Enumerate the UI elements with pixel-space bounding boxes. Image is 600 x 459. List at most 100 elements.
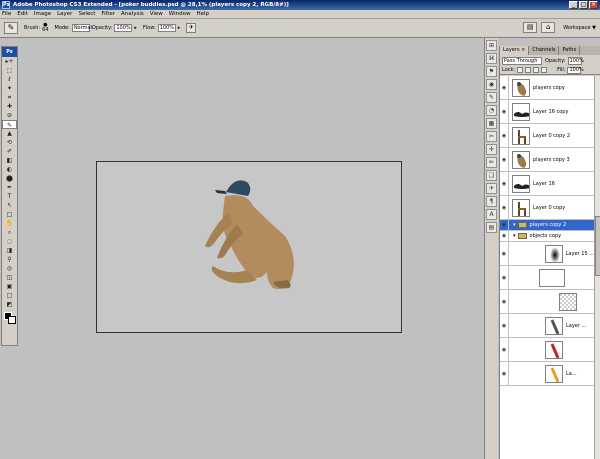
dock-panel-4-icon[interactable]: ✎ xyxy=(486,92,497,103)
tool-6-icon[interactable]: ⊘ xyxy=(2,111,17,120)
menu-layer[interactable]: Layer xyxy=(57,11,72,17)
tool-3-icon[interactable]: ✦ xyxy=(2,84,17,93)
document-canvas[interactable] xyxy=(96,161,402,333)
tool-24-icon[interactable]: ◫ xyxy=(2,273,17,282)
layer-row[interactable]: ◉ Layer 0 copy 2 xyxy=(500,124,594,148)
scrollbar-thumb[interactable] xyxy=(595,216,600,276)
tool-26-icon[interactable]: □ xyxy=(2,291,17,300)
visibility-eye-icon[interactable]: ◉ xyxy=(500,290,509,313)
group-expand-icon[interactable]: ▾ xyxy=(513,233,516,239)
visibility-eye-icon[interactable]: ◉ xyxy=(500,148,509,171)
menu-file[interactable]: File xyxy=(2,11,11,17)
tool-8-icon[interactable]: ▲ xyxy=(2,129,17,138)
dock-panel-2-icon[interactable]: ⚑ xyxy=(486,66,497,77)
layer-row[interactable]: ◉ xyxy=(500,290,594,314)
dock-panel-9-icon[interactable]: ✏ xyxy=(486,157,497,168)
lock-position-icon[interactable] xyxy=(533,67,540,73)
opacity-arrow-icon[interactable]: ▸ xyxy=(134,25,137,31)
tab-layers[interactable]: Layers × xyxy=(500,46,530,55)
layers-scrollbar[interactable] xyxy=(594,76,600,459)
visibility-eye-icon[interactable]: ◉ xyxy=(500,172,509,195)
layer-row[interactable]: ◉ ▾ objects copy xyxy=(500,231,594,242)
dock-panel-5-icon[interactable]: ◔ xyxy=(486,105,497,116)
fill-field[interactable]: 100% xyxy=(567,66,584,74)
layer-row[interactable]: ◉ Layer 15 ... xyxy=(500,242,594,266)
layer-row[interactable]: ◉ La... xyxy=(500,362,594,386)
tool-17-icon[interactable]: □ xyxy=(2,210,17,219)
menu-help[interactable]: Help xyxy=(196,11,209,17)
mode-select[interactable]: Normal xyxy=(71,24,92,32)
tool-19-icon[interactable]: ⌕ xyxy=(2,228,17,237)
visibility-eye-icon[interactable]: ◉ xyxy=(500,220,509,230)
menu-edit[interactable]: Edit xyxy=(17,11,28,17)
tool-0-icon[interactable]: ▸+ xyxy=(2,57,17,66)
menu-view[interactable]: View xyxy=(150,11,163,17)
visibility-eye-icon[interactable]: ◉ xyxy=(500,231,509,241)
maximize-button[interactable]: □ xyxy=(579,1,588,9)
menu-window[interactable]: Window xyxy=(169,11,191,17)
dock-panel-1-icon[interactable]: ⌘ xyxy=(486,53,497,64)
dock-panel-3-icon[interactable]: ◉ xyxy=(486,79,497,90)
background-color-swatch[interactable] xyxy=(8,316,16,324)
bridge-icon[interactable]: ⌂ xyxy=(541,22,556,33)
menu-analysis[interactable]: Analysis xyxy=(121,11,144,17)
tool-18-icon[interactable]: ✋ xyxy=(2,219,17,228)
tool-11-icon[interactable]: ◧ xyxy=(2,156,17,165)
tool-20-icon[interactable]: ◌ xyxy=(2,237,17,246)
canvas-workspace[interactable] xyxy=(20,38,482,459)
minimize-button[interactable]: _ xyxy=(569,1,578,9)
dock-panel-12-icon[interactable]: ¶ xyxy=(486,196,497,207)
lock-all-icon[interactable] xyxy=(541,67,548,73)
tool-9-icon[interactable]: ⟲ xyxy=(2,138,17,147)
menu-image[interactable]: Image xyxy=(34,11,51,17)
visibility-eye-icon[interactable]: ◉ xyxy=(500,338,509,361)
tool-25-icon[interactable]: ▣ xyxy=(2,282,17,291)
dock-panel-0-icon[interactable]: ⊞ xyxy=(486,40,497,51)
visibility-eye-icon[interactable]: ◉ xyxy=(500,242,509,265)
tool-23-icon[interactable]: ◎ xyxy=(2,264,17,273)
visibility-eye-icon[interactable]: ◉ xyxy=(500,76,509,99)
tab-channels[interactable]: Channels xyxy=(529,46,560,55)
tool-5-icon[interactable]: ✚ xyxy=(2,102,17,111)
dock-panel-10-icon[interactable]: ❑ xyxy=(486,170,497,181)
opacity-field[interactable]: 100% xyxy=(114,24,133,32)
brush-size-picker[interactable]: ● 64 xyxy=(42,23,48,33)
tool-7-icon[interactable]: ✎ xyxy=(2,120,17,129)
lock-transparent-icon[interactable] xyxy=(517,67,524,73)
tool-2-icon[interactable]: ℓ xyxy=(2,75,17,84)
airbrush-icon[interactable]: ✈ xyxy=(186,23,197,33)
tool-15-icon[interactable]: T xyxy=(2,192,17,201)
tool-27-icon[interactable]: ◩ xyxy=(2,300,17,309)
brush-tool-preset-icon[interactable]: ✎ xyxy=(4,22,18,34)
layer-row[interactable]: ◉ Layer 0 copy xyxy=(500,196,594,220)
workspace-menu[interactable]: Workspace ▼ xyxy=(563,25,596,31)
layer-row[interactable]: ◉ players copy 3 xyxy=(500,148,594,172)
flow-arrow-icon[interactable]: ▸ xyxy=(178,25,181,31)
layer-row[interactable]: ◉ Layer 16 copy xyxy=(500,100,594,124)
group-expand-icon[interactable]: ▾ xyxy=(513,222,516,228)
visibility-eye-icon[interactable]: ◉ xyxy=(500,124,509,147)
visibility-eye-icon[interactable]: ◉ xyxy=(500,100,509,123)
tool-13-icon[interactable]: ⬤ xyxy=(2,174,17,183)
palette-well-icon[interactable]: ▤ xyxy=(523,22,538,33)
layer-row[interactable]: ◉ players copy xyxy=(500,76,594,100)
layer-row[interactable]: ◉ ▾ players copy 2 xyxy=(500,220,594,231)
tool-10-icon[interactable]: ✐ xyxy=(2,147,17,156)
menu-filter[interactable]: Filter xyxy=(101,11,115,17)
tab-paths[interactable]: Paths xyxy=(559,46,581,55)
dock-panel-13-icon[interactable]: A xyxy=(486,209,497,220)
visibility-eye-icon[interactable]: ◉ xyxy=(500,196,509,219)
layer-row[interactable]: ◉ Layer 16 xyxy=(500,172,594,196)
layer-row[interactable]: ◉ xyxy=(500,338,594,362)
menu-select[interactable]: Select xyxy=(78,11,95,17)
flow-field[interactable]: 100% xyxy=(157,24,176,32)
tool-21-icon[interactable]: ◨ xyxy=(2,246,17,255)
visibility-eye-icon[interactable]: ◉ xyxy=(500,266,509,289)
visibility-eye-icon[interactable]: ◉ xyxy=(500,314,509,337)
visibility-eye-icon[interactable]: ◉ xyxy=(500,362,509,385)
tool-14-icon[interactable]: ✒ xyxy=(2,183,17,192)
close-button[interactable]: × xyxy=(589,1,598,9)
layer-row[interactable]: ◉ Layer ... xyxy=(500,314,594,338)
lock-image-icon[interactable] xyxy=(525,67,532,73)
dock-panel-6-icon[interactable]: ▦ xyxy=(486,118,497,129)
